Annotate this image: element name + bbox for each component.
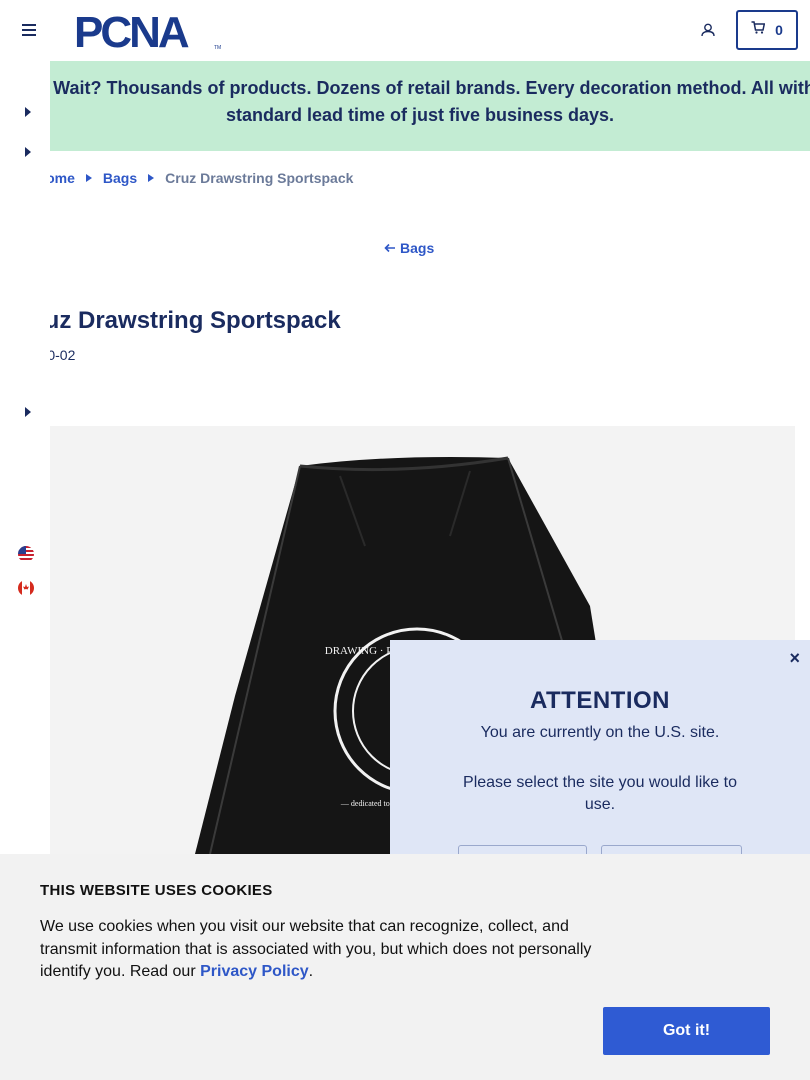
- cart-icon: [751, 21, 766, 39]
- cookie-body-text: We use cookies when you visit our websit…: [40, 918, 592, 980]
- site-header: PCNA TM 0: [0, 0, 810, 61]
- account-icon[interactable]: [696, 18, 720, 42]
- site-selection-popup: × ATTENTION You are currently on the U.S…: [390, 640, 810, 854]
- sidebar-caret-icon[interactable]: [22, 146, 34, 158]
- privacy-policy-link[interactable]: Privacy Policy: [200, 963, 309, 980]
- back-link-label: Bags: [400, 240, 435, 256]
- close-icon[interactable]: ×: [789, 648, 800, 669]
- svg-text:PCNA: PCNA: [74, 10, 189, 50]
- attention-message: You are currently on the U.S. site.: [480, 724, 720, 741]
- cookie-title: THIS WEBSITE USES COOKIES: [40, 882, 273, 899]
- cookie-banner: THIS WEBSITE USES COOKIES We use cookies…: [0, 854, 810, 1080]
- cookie-period: .: [308, 963, 314, 980]
- hamburger-menu-icon[interactable]: [18, 20, 40, 40]
- product-title: Cruz Drawstring Sportspack: [18, 307, 341, 334]
- accept-cookies-button[interactable]: Got it!: [603, 1007, 770, 1055]
- us-site-button[interactable]: [458, 845, 587, 854]
- breadcrumb-caret-icon: [75, 174, 103, 182]
- attention-title: ATTENTION: [529, 687, 671, 714]
- promo-banner-text: Why Wait? Thousands of products. Dozens …: [50, 78, 810, 125]
- us-flag-icon[interactable]: [18, 546, 34, 562]
- page: PCNA TM 0 Why Wait? Thousands of product…: [0, 0, 810, 1080]
- breadcrumb: Home Bags Cruz Drawstring Sportspack: [36, 169, 353, 187]
- canada-flag-icon[interactable]: [18, 580, 34, 596]
- svg-text:TM: TM: [214, 45, 221, 50]
- promo-banner: Why Wait? Thousands of products. Dozens …: [50, 61, 810, 151]
- pcna-logo[interactable]: PCNA TM: [74, 8, 224, 57]
- cookie-body: We use cookies when you visit our websit…: [40, 916, 610, 984]
- back-to-bags-link[interactable]: Bags: [384, 240, 434, 256]
- cart-count: 0: [775, 22, 783, 38]
- arrow-left-icon: [384, 240, 396, 256]
- breadcrumb-bags[interactable]: Bags: [103, 170, 137, 186]
- breadcrumb-current: Cruz Drawstring Sportspack: [165, 170, 354, 186]
- cart-button[interactable]: 0: [736, 10, 798, 50]
- canada-site-button[interactable]: [601, 845, 742, 854]
- breadcrumb-caret-icon: [137, 174, 165, 182]
- sidebar-caret-icon[interactable]: [22, 406, 34, 418]
- attention-prompt: Please select the site you would like to…: [463, 774, 737, 813]
- sidebar-caret-icon[interactable]: [22, 106, 34, 118]
